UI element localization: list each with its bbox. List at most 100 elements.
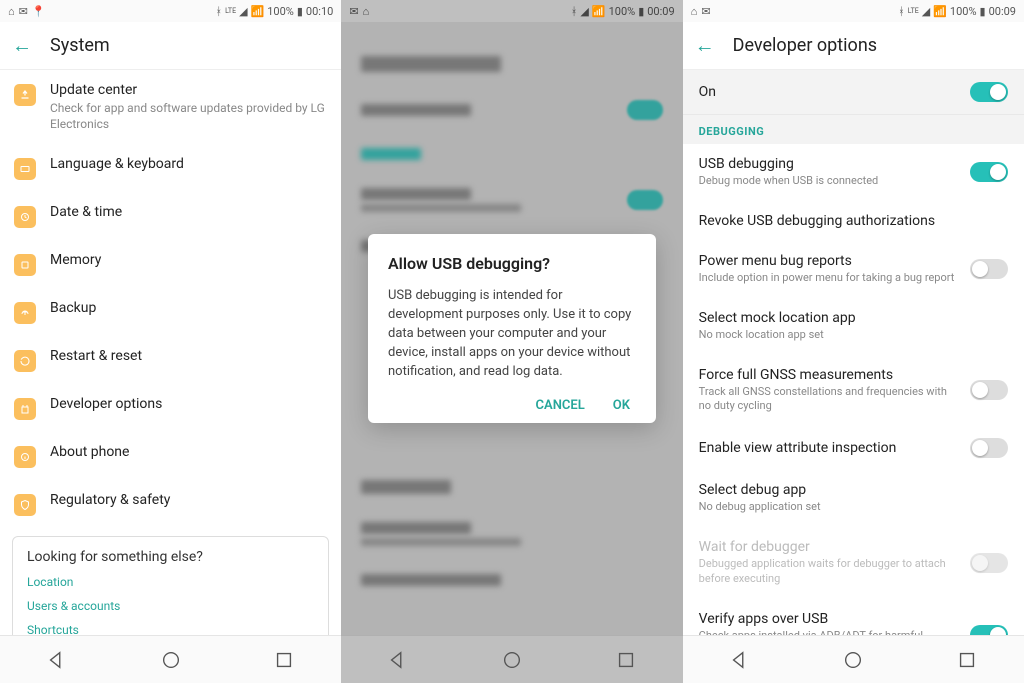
- header: ← System: [0, 22, 341, 70]
- item-title: Backup: [50, 300, 327, 316]
- item-memory[interactable]: Memory: [0, 240, 341, 288]
- item-developer-options[interactable]: Developer options: [0, 384, 341, 432]
- nav-back-icon[interactable]: [387, 649, 409, 671]
- status-bar: ⌂ ✉ ᚼ LTE ◢ 📶 100% ▮ 00:09: [683, 0, 1024, 22]
- battery-pct: 100%: [609, 5, 636, 18]
- nav-bar: [0, 635, 341, 683]
- nav-recent-icon[interactable]: [273, 649, 295, 671]
- bluetooth-icon: ᚼ: [898, 5, 905, 18]
- row-verify-apps-usb[interactable]: Verify apps over USB Check apps installe…: [683, 599, 1024, 635]
- lte-icon: LTE: [908, 8, 919, 15]
- location-icon: 📍: [32, 5, 46, 18]
- nav-home-icon[interactable]: [501, 649, 523, 671]
- row-usb-debugging[interactable]: USB debugging Debug mode when USB is con…: [683, 144, 1024, 201]
- ok-button[interactable]: OK: [613, 398, 630, 413]
- battery-pct: 100%: [267, 5, 294, 18]
- item-backup[interactable]: Backup: [0, 288, 341, 336]
- battery-icon: ▮: [297, 5, 303, 18]
- signal-icon: 📶: [592, 5, 606, 18]
- cancel-button[interactable]: CANCEL: [536, 398, 585, 413]
- wait-debugger-toggle: [970, 553, 1008, 573]
- item-title: Update center: [50, 82, 327, 98]
- home-icon: ⌂: [363, 5, 370, 18]
- row-title: Force full GNSS measurements: [699, 367, 958, 383]
- nav-back-icon[interactable]: [729, 649, 751, 671]
- suggestion-link-location[interactable]: Location: [27, 575, 314, 589]
- suggestion-link-shortcuts[interactable]: Shortcuts: [27, 623, 314, 635]
- section-debugging: DEBUGGING: [683, 115, 1024, 144]
- nav-home-icon[interactable]: [160, 649, 182, 671]
- dimmed-background: Allow USB debugging? USB debugging is in…: [341, 22, 682, 635]
- item-restart-reset[interactable]: Restart & reset: [0, 336, 341, 384]
- nav-home-icon[interactable]: [842, 649, 864, 671]
- item-title: Restart & reset: [50, 348, 327, 364]
- screen-system-settings: ⌂ ✉ 📍 ᚼ LTE ◢ 📶 100% ▮ 00:10 ← System Up…: [0, 0, 341, 683]
- row-view-attribute[interactable]: Enable view attribute inspection: [683, 426, 1024, 470]
- wifi-icon: ◢: [239, 5, 247, 18]
- status-bar: ✉ ⌂ ᚼ ◢ 📶 100% ▮ 00:09: [341, 0, 682, 22]
- page-title: System: [50, 35, 110, 56]
- wifi-icon: ◢: [922, 5, 930, 18]
- item-about-phone[interactable]: About phone: [0, 432, 341, 480]
- lte-icon: LTE: [225, 8, 236, 15]
- row-sub: Debugged application waits for debugger …: [699, 557, 958, 587]
- row-title: USB debugging: [699, 156, 958, 172]
- row-sub: Debug mode when USB is connected: [699, 174, 958, 189]
- master-toggle[interactable]: [970, 82, 1008, 102]
- nav-bar: [341, 635, 682, 683]
- suggestion-link-users[interactable]: Users & accounts: [27, 599, 314, 613]
- verify-apps-toggle[interactable]: [970, 625, 1008, 635]
- clock-icon: [14, 206, 36, 228]
- dialog-scrim[interactable]: Allow USB debugging? USB debugging is in…: [341, 22, 682, 635]
- screen-developer-options: ⌂ ✉ ᚼ LTE ◢ 📶 100% ▮ 00:09 ← Developer o…: [683, 0, 1024, 683]
- update-icon: [14, 84, 36, 106]
- view-attribute-toggle[interactable]: [970, 438, 1008, 458]
- item-title: About phone: [50, 444, 327, 460]
- row-sub: No debug application set: [699, 500, 1008, 515]
- item-sub: Check for app and software updates provi…: [50, 100, 327, 132]
- settings-list: Update center Check for app and software…: [0, 70, 341, 635]
- row-force-gnss[interactable]: Force full GNSS measurements Track all G…: [683, 355, 1024, 427]
- item-title: Regulatory & safety: [50, 492, 327, 508]
- bluetooth-icon: ᚼ: [571, 5, 578, 18]
- item-update-center[interactable]: Update center Check for app and software…: [0, 70, 341, 144]
- row-title: Verify apps over USB: [699, 611, 958, 627]
- bluetooth-icon: ᚼ: [215, 5, 222, 18]
- row-sub: No mock location app set: [699, 328, 1008, 343]
- row-title: Select debug app: [699, 482, 1008, 498]
- back-arrow-icon[interactable]: ←: [12, 33, 32, 58]
- signal-icon: 📶: [933, 5, 947, 18]
- item-date-time[interactable]: Date & time: [0, 192, 341, 240]
- memory-icon: [14, 254, 36, 276]
- item-title: Language & keyboard: [50, 156, 327, 172]
- power-menu-bug-toggle[interactable]: [970, 259, 1008, 279]
- status-time: 00:09: [647, 5, 674, 18]
- item-language-keyboard[interactable]: Language & keyboard: [0, 144, 341, 192]
- nav-recent-icon[interactable]: [956, 649, 978, 671]
- row-revoke-usb[interactable]: Revoke USB debugging authorizations: [683, 201, 1024, 241]
- row-select-debug-app[interactable]: Select debug app No debug application se…: [683, 470, 1024, 527]
- keyboard-icon: [14, 158, 36, 180]
- row-power-menu-bug[interactable]: Power menu bug reports Include option in…: [683, 241, 1024, 298]
- item-title: Developer options: [50, 396, 327, 412]
- screen-usb-debugging-dialog: ✉ ⌂ ᚼ ◢ 📶 100% ▮ 00:09 Allow USB debuggi…: [341, 0, 682, 683]
- home-icon: ⌂: [8, 5, 15, 18]
- info-icon: [14, 446, 36, 468]
- usb-debugging-dialog: Allow USB debugging? USB debugging is in…: [368, 234, 656, 422]
- status-time: 00:10: [306, 5, 333, 18]
- back-arrow-icon[interactable]: ←: [695, 33, 715, 58]
- safety-icon: [14, 494, 36, 516]
- row-wait-for-debugger: Wait for debugger Debugged application w…: [683, 527, 1024, 599]
- nav-recent-icon[interactable]: [615, 649, 637, 671]
- row-master-toggle[interactable]: On: [683, 70, 1024, 115]
- suggestion-box: Looking for something else? Location Use…: [12, 536, 329, 635]
- nav-back-icon[interactable]: [46, 649, 68, 671]
- wifi-icon: ◢: [580, 5, 588, 18]
- suggestion-heading: Looking for something else?: [27, 549, 314, 565]
- dialog-title: Allow USB debugging?: [388, 254, 636, 273]
- row-select-mock-location[interactable]: Select mock location app No mock locatio…: [683, 298, 1024, 355]
- status-time: 00:09: [989, 5, 1016, 18]
- force-gnss-toggle[interactable]: [970, 380, 1008, 400]
- usb-debugging-toggle[interactable]: [970, 162, 1008, 182]
- item-regulatory-safety[interactable]: Regulatory & safety: [0, 480, 341, 528]
